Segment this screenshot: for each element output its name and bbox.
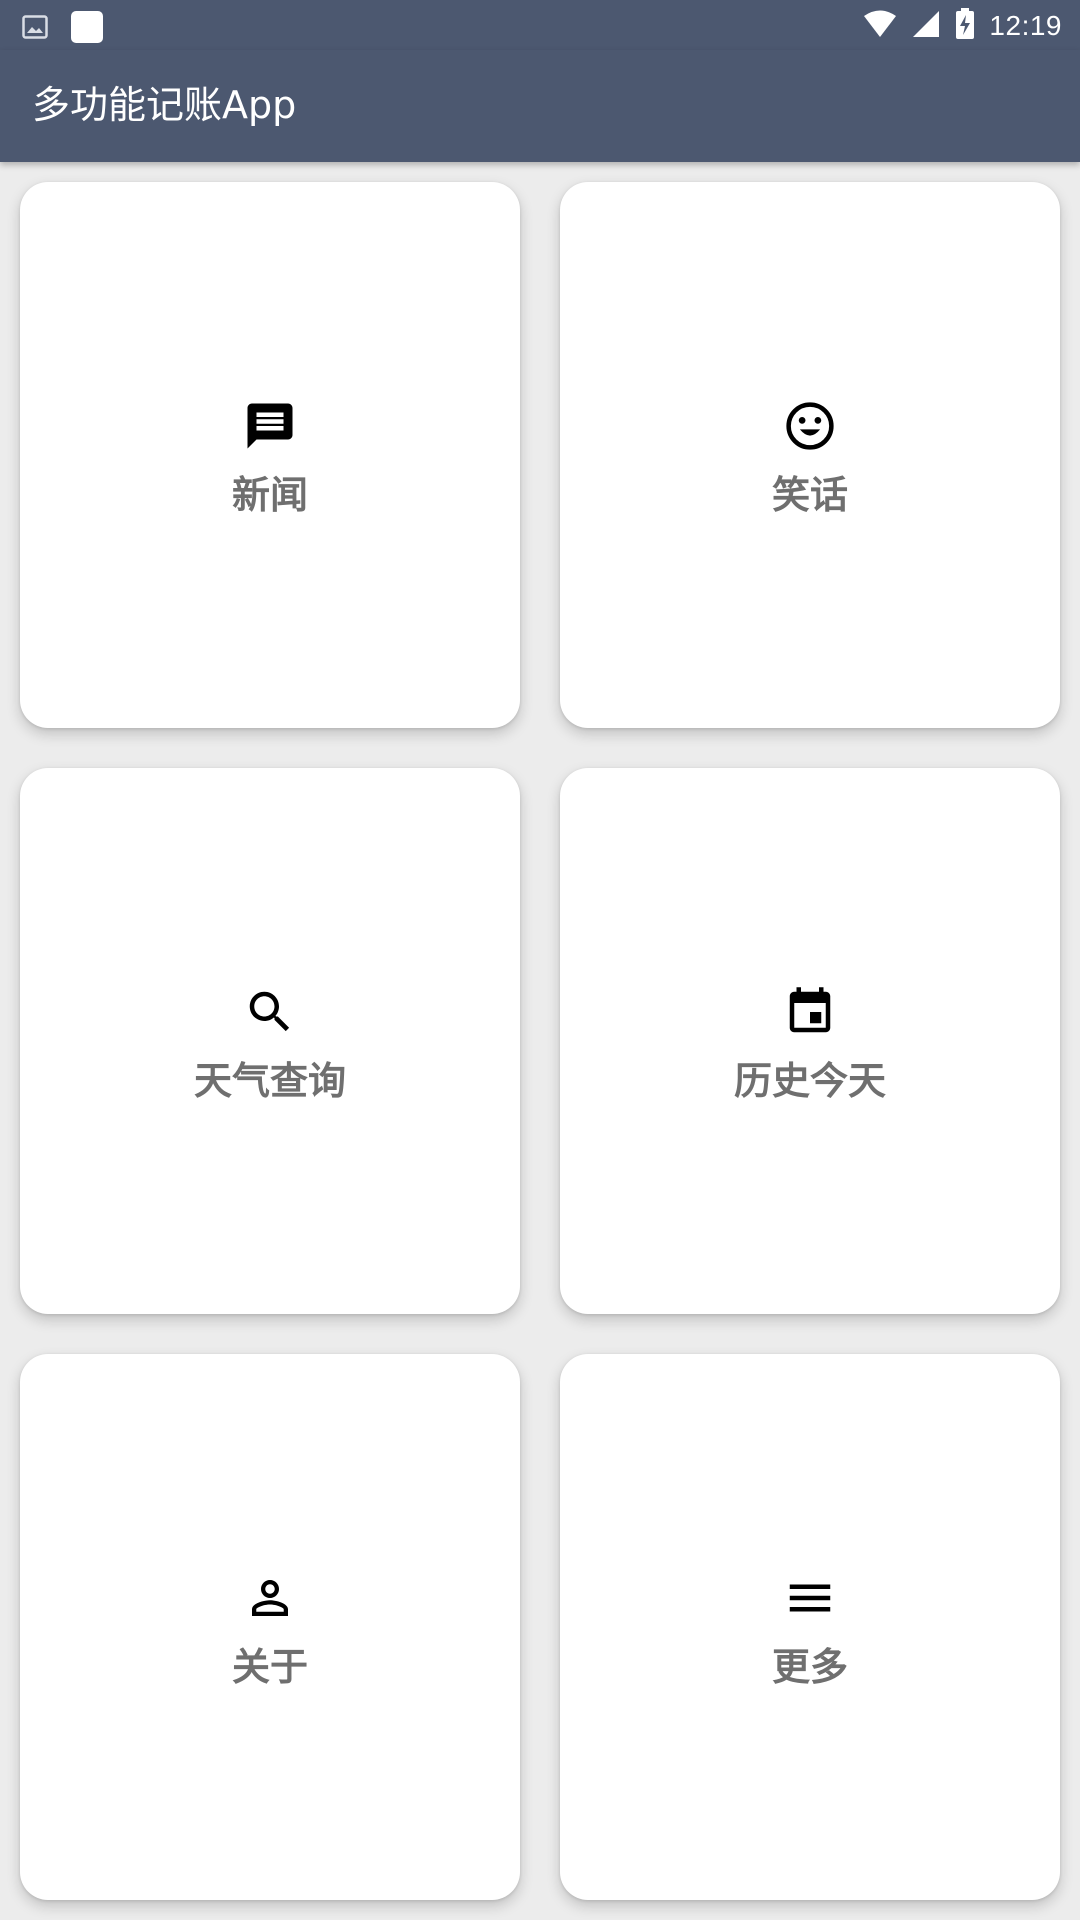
- menu-card-label: 更多: [771, 1645, 848, 1689]
- status-time: 12:19: [989, 10, 1062, 41]
- calendar-icon: [782, 984, 838, 1040]
- person-icon: [242, 1570, 298, 1626]
- menu-card-label: 关于: [231, 1645, 308, 1689]
- menu-grid: 新闻 笑话 天气查询 历史今天 关于 更多: [20, 182, 1060, 1900]
- battery-charging-icon: [955, 8, 975, 44]
- search-icon: [242, 984, 298, 1040]
- wifi-icon: [863, 9, 897, 43]
- status-bar: 12:19: [0, 0, 1080, 50]
- square-icon: [70, 10, 104, 48]
- status-right-icons: 12:19: [863, 8, 1062, 44]
- menu-card-more[interactable]: 更多: [560, 1354, 1060, 1900]
- app-bar: 多功能记账App: [0, 50, 1080, 162]
- menu-card-about[interactable]: 关于: [20, 1354, 520, 1900]
- smiley-icon: [782, 398, 838, 454]
- menu-card-news[interactable]: 新闻: [20, 182, 520, 728]
- menu-card-jokes[interactable]: 笑话: [560, 182, 1060, 728]
- app-title: 多功能记账App: [32, 83, 297, 127]
- signal-icon: [911, 9, 941, 43]
- menu-icon: [782, 1570, 838, 1626]
- status-left-icons: [22, 10, 104, 48]
- menu-card-weather[interactable]: 天气查询: [20, 768, 520, 1314]
- image-icon: [22, 15, 48, 43]
- menu-card-history[interactable]: 历史今天: [560, 768, 1060, 1314]
- menu-card-label: 新闻: [231, 473, 308, 517]
- menu-card-label: 历史今天: [733, 1059, 886, 1103]
- message-icon: [242, 398, 298, 454]
- menu-card-label: 笑话: [771, 473, 848, 517]
- menu-card-label: 天气查询: [193, 1059, 346, 1103]
